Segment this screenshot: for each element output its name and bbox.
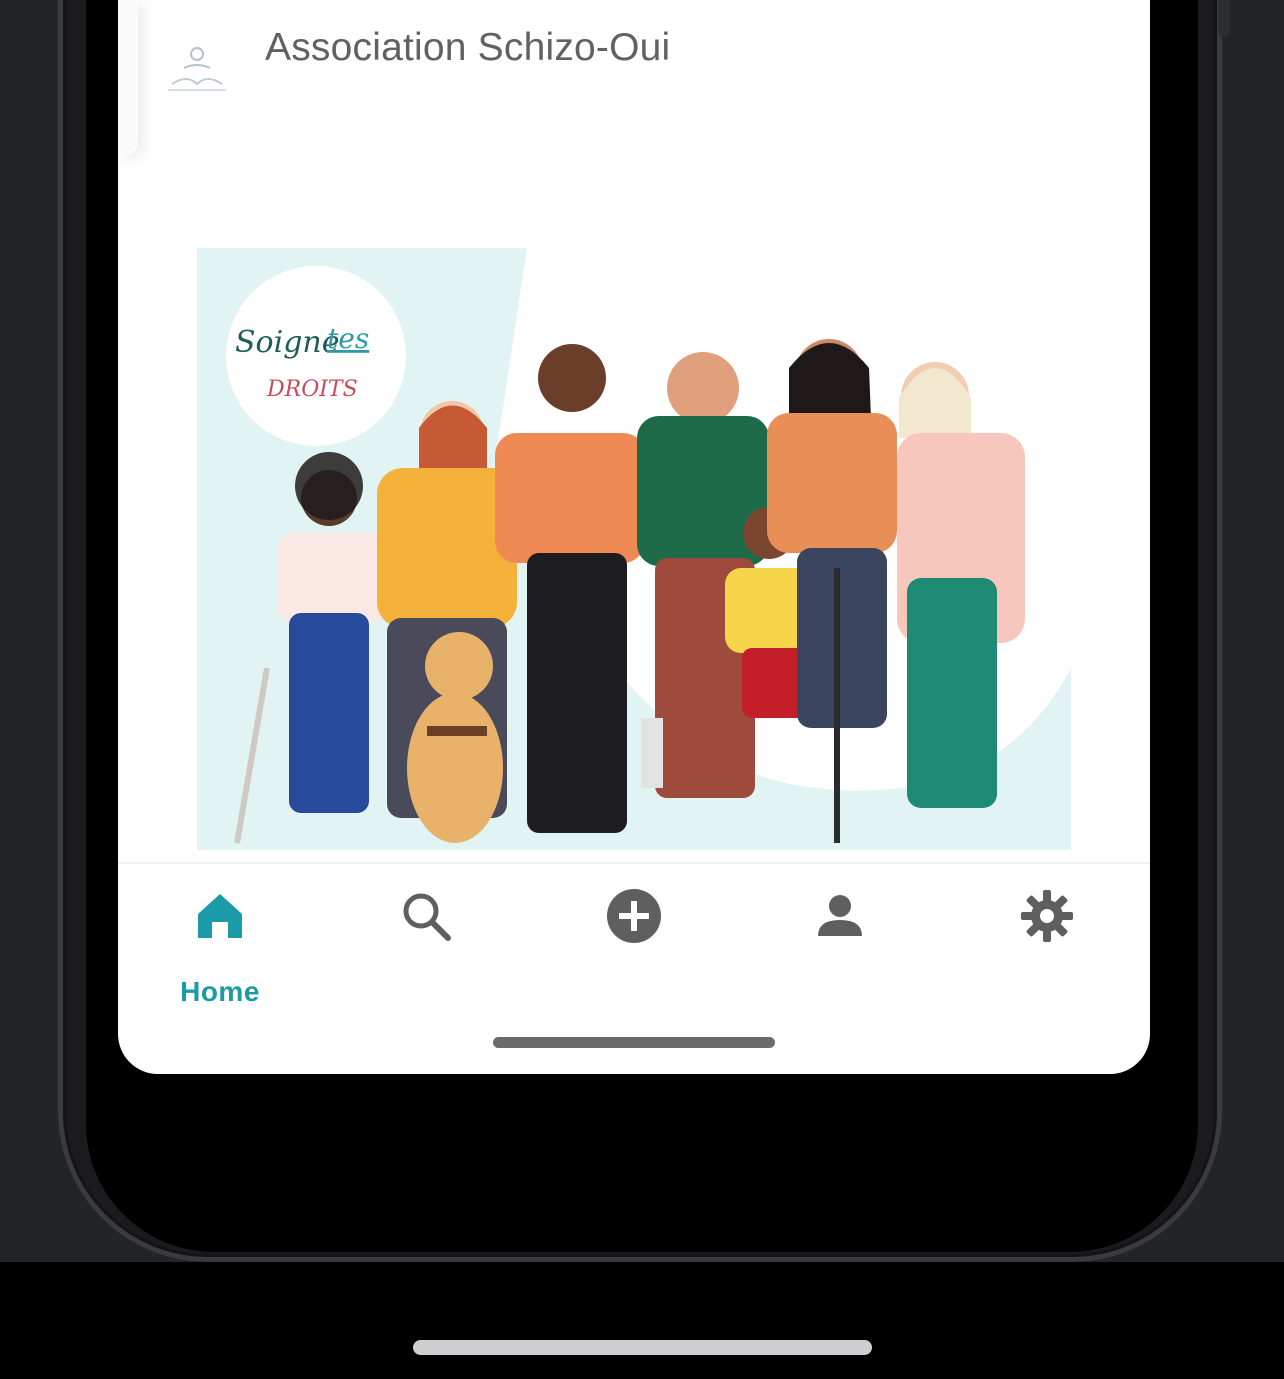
- hero-illustration: Soigne tes DROITS: [197, 248, 1071, 850]
- badge-word-tes: tes: [327, 322, 369, 355]
- nav-item-add[interactable]: [574, 886, 694, 996]
- nav-label-home: Home: [180, 976, 260, 1007]
- nav-item-home[interactable]: Home: [160, 886, 280, 1007]
- search-icon: [403, 893, 451, 941]
- nav-item-profile[interactable]: [780, 886, 900, 996]
- system-home-handle[interactable]: [413, 1340, 872, 1355]
- association-logo-icon: [168, 47, 226, 91]
- soigne-tes-droits-badge: Soigne tes DROITS: [226, 266, 406, 446]
- phone-side-button: [1218, 0, 1230, 36]
- add-circle-icon: [607, 889, 661, 943]
- badge-word-soigne: Soigne: [235, 325, 340, 360]
- app-screen: Association Schizo-Oui Soigne tes DROITS: [118, 0, 1150, 1074]
- navigation-drawer-edge[interactable]: [118, 0, 138, 156]
- person-icon: [818, 895, 862, 936]
- home-icon: [198, 894, 242, 938]
- badge-word-droits: DROITS: [266, 377, 358, 402]
- nav-divider: [118, 862, 1150, 864]
- system-navigation-bar: [0, 1262, 1284, 1379]
- nav-item-settings[interactable]: [987, 886, 1107, 996]
- nav-item-search[interactable]: [366, 886, 486, 996]
- bottom-navigation: Home: [118, 866, 1150, 1007]
- gear-icon: [1021, 890, 1073, 942]
- page-title: Association Schizo-Oui: [265, 26, 671, 69]
- app-home-indicator[interactable]: [493, 1037, 775, 1048]
